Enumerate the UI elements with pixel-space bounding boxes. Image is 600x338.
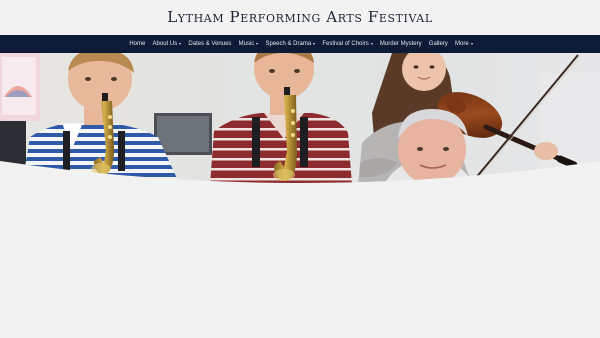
nav-item-label: Murder Mystery [379, 41, 422, 47]
nav-item-speech-drama[interactable]: Speech & Drama [262, 41, 319, 47]
nav-item-music[interactable]: Music [235, 41, 262, 47]
nav-item-gallery[interactable]: Gallery [425, 41, 451, 47]
nav-item-festival-of-choirs[interactable]: Festival of Choirs [319, 41, 377, 47]
nav-item-label: Music [238, 41, 255, 47]
nav-menu: Home About Us Dates & Venues Music Speec… [0, 35, 600, 53]
caret-down-icon [470, 43, 473, 45]
caret-down-icon [313, 43, 316, 45]
caret-down-icon [256, 43, 259, 45]
nav-item-more[interactable]: More [451, 41, 476, 47]
site-header: Lytham Performing Arts Festival [0, 0, 600, 35]
nav-item-about-us[interactable]: About Us [149, 41, 185, 47]
nav-item-dates-venues[interactable]: Dates & Venues [185, 41, 235, 47]
nav-item-murder-mystery[interactable]: Murder Mystery [376, 41, 425, 47]
nav-item-label: Festival of Choirs [322, 41, 369, 47]
nav-item-home[interactable]: Home [126, 41, 149, 47]
caret-down-icon [370, 43, 373, 45]
nav-item-label: Gallery [428, 41, 448, 47]
site-title[interactable]: Lytham Performing Arts Festival [0, 8, 600, 26]
nav-item-label: About Us [152, 41, 178, 47]
hero-banner [0, 53, 600, 185]
nav-item-label: Speech & Drama [265, 41, 312, 47]
nav-item-label: Home [129, 41, 146, 47]
hero-image [0, 53, 600, 185]
nav-item-label: Dates & Venues [188, 41, 232, 47]
caret-down-icon [179, 43, 182, 45]
main-navigation: Home About Us Dates & Venues Music Speec… [0, 35, 600, 53]
nav-item-label: More [454, 41, 469, 47]
